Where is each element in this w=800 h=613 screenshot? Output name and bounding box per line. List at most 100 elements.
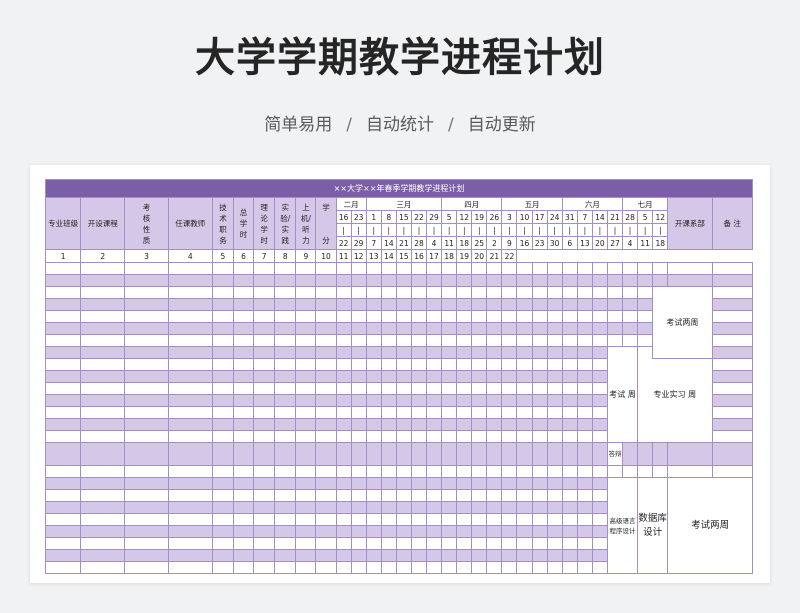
- table-cell[interactable]: [561, 477, 578, 490]
- table-cell[interactable]: [456, 310, 473, 323]
- table-cell[interactable]: [591, 262, 608, 275]
- table-cell[interactable]: [211, 382, 235, 395]
- table-cell[interactable]: [315, 370, 337, 383]
- table-cell[interactable]: [546, 489, 563, 502]
- table-cell[interactable]: [531, 310, 548, 323]
- table-cell[interactable]: [622, 442, 639, 466]
- table-cell[interactable]: [232, 334, 255, 347]
- table-cell[interactable]: [501, 525, 518, 538]
- table-cell[interactable]: [124, 346, 169, 359]
- table-cell[interactable]: [576, 262, 593, 275]
- table-cell[interactable]: [124, 406, 169, 419]
- table-cell[interactable]: [124, 274, 169, 287]
- table-cell[interactable]: [591, 549, 608, 562]
- table-cell[interactable]: [410, 549, 428, 562]
- table-cell[interactable]: [44, 322, 82, 335]
- table-cell[interactable]: [80, 286, 126, 299]
- table-cell[interactable]: [315, 477, 337, 490]
- table-cell[interactable]: [80, 310, 126, 323]
- table-cell[interactable]: [44, 358, 82, 371]
- table-cell[interactable]: [44, 418, 82, 431]
- table-cell[interactable]: [295, 298, 317, 311]
- table-cell[interactable]: [380, 394, 397, 407]
- table-cell[interactable]: [295, 465, 317, 478]
- table-cell[interactable]: [410, 310, 428, 323]
- table-cell[interactable]: [211, 370, 235, 383]
- table-cell[interactable]: [80, 418, 126, 431]
- table-cell[interactable]: [232, 525, 255, 538]
- table-cell[interactable]: [365, 418, 382, 431]
- table-cell[interactable]: [576, 298, 593, 311]
- table-cell[interactable]: [232, 442, 255, 466]
- table-cell[interactable]: [124, 262, 169, 275]
- table-cell[interactable]: [471, 418, 488, 431]
- table-cell[interactable]: [471, 406, 488, 419]
- table-cell[interactable]: [124, 561, 169, 574]
- table-cell[interactable]: [365, 370, 382, 383]
- table-cell[interactable]: [350, 358, 367, 371]
- table-cell[interactable]: [80, 322, 126, 335]
- table-cell[interactable]: [426, 334, 443, 347]
- table-cell[interactable]: [274, 477, 297, 490]
- table-cell[interactable]: [561, 298, 578, 311]
- table-cell[interactable]: [471, 477, 488, 490]
- note-internship[interactable]: 专业实习 周: [637, 346, 713, 443]
- table-cell[interactable]: [667, 465, 713, 478]
- table-cell[interactable]: [211, 346, 235, 359]
- table-cell[interactable]: [622, 322, 639, 335]
- table-cell[interactable]: [44, 477, 82, 490]
- table-cell[interactable]: [410, 286, 428, 299]
- table-cell[interactable]: [456, 513, 473, 526]
- table-cell[interactable]: [516, 501, 533, 514]
- table-cell[interactable]: [44, 310, 82, 323]
- table-cell[interactable]: [80, 346, 126, 359]
- table-cell[interactable]: [274, 334, 297, 347]
- table-cell[interactable]: [211, 537, 235, 550]
- table-cell[interactable]: [576, 358, 593, 371]
- table-cell[interactable]: [486, 262, 503, 275]
- table-cell[interactable]: [441, 274, 458, 287]
- table-cell[interactable]: [711, 394, 753, 407]
- table-cell[interactable]: [456, 286, 473, 299]
- table-cell[interactable]: [516, 489, 533, 502]
- table-cell[interactable]: [211, 489, 235, 502]
- table-cell[interactable]: [561, 322, 578, 335]
- table-cell[interactable]: [546, 394, 563, 407]
- table-cell[interactable]: [380, 513, 397, 526]
- table-cell[interactable]: [350, 262, 367, 275]
- table-cell[interactable]: [365, 501, 382, 514]
- table-cell[interactable]: [486, 346, 503, 359]
- table-cell[interactable]: [486, 322, 503, 335]
- table-cell[interactable]: [232, 406, 255, 419]
- table-cell[interactable]: [124, 442, 169, 466]
- table-cell[interactable]: [167, 489, 213, 502]
- table-cell[interactable]: [622, 274, 639, 287]
- table-cell[interactable]: [576, 382, 593, 395]
- table-cell[interactable]: [380, 477, 397, 490]
- table-cell[interactable]: [546, 465, 563, 478]
- table-cell[interactable]: [471, 346, 488, 359]
- table-cell[interactable]: [211, 525, 235, 538]
- table-cell[interactable]: [124, 513, 169, 526]
- table-cell[interactable]: [410, 537, 428, 550]
- table-cell[interactable]: [44, 561, 82, 574]
- table-cell[interactable]: [591, 537, 608, 550]
- table-cell[interactable]: [561, 310, 578, 323]
- table-cell[interactable]: [546, 549, 563, 562]
- table-cell[interactable]: [274, 549, 297, 562]
- table-cell[interactable]: [211, 513, 235, 526]
- table-cell[interactable]: [637, 465, 654, 478]
- table-cell[interactable]: [124, 310, 169, 323]
- table-cell[interactable]: [546, 322, 563, 335]
- table-cell[interactable]: [711, 406, 753, 419]
- table-cell[interactable]: [350, 334, 367, 347]
- table-cell[interactable]: [380, 286, 397, 299]
- table-cell[interactable]: [426, 465, 443, 478]
- table-cell[interactable]: [486, 430, 503, 443]
- table-cell[interactable]: [350, 274, 367, 287]
- table-cell[interactable]: [622, 262, 639, 275]
- table-cell[interactable]: [274, 382, 297, 395]
- table-cell[interactable]: [456, 430, 473, 443]
- table-cell[interactable]: [501, 549, 518, 562]
- table-cell[interactable]: [211, 358, 235, 371]
